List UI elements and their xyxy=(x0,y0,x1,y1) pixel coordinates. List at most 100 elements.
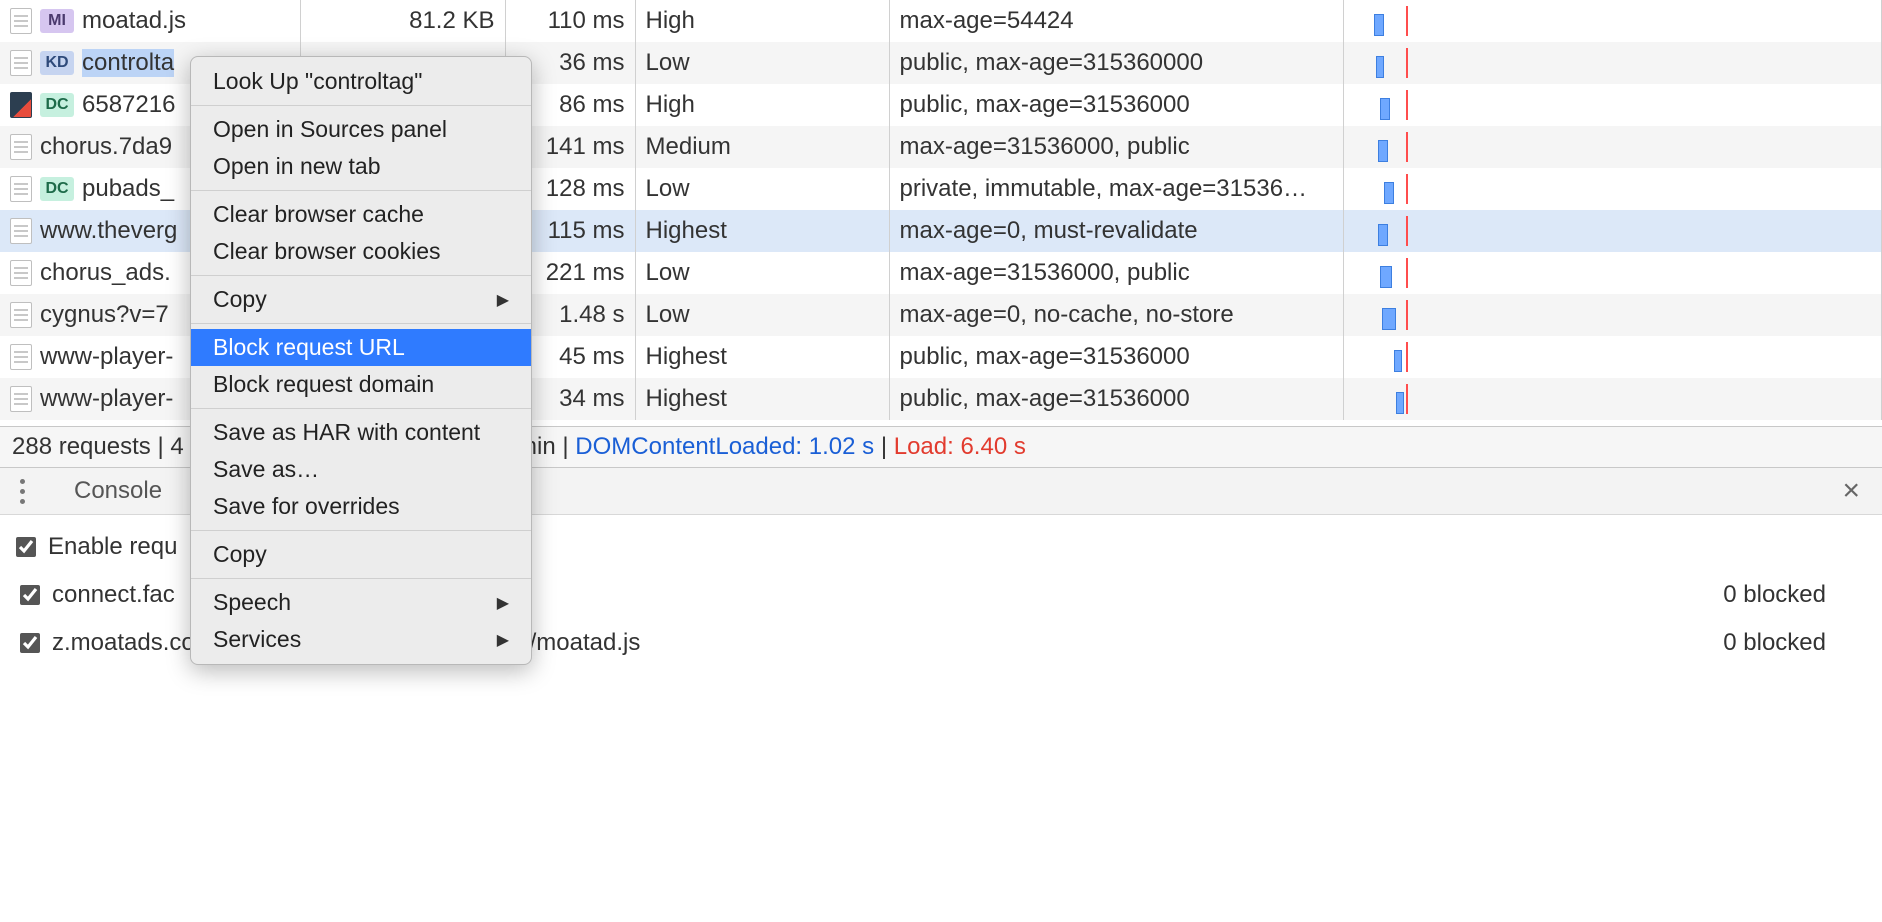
request-name: www-player- xyxy=(40,385,173,413)
rule-blocked-count: 0 blocked xyxy=(1723,581,1866,609)
cell-cache-control: public, max-age=31536000 xyxy=(889,336,1343,378)
request-name: 6587216 xyxy=(82,91,175,119)
initiator-badge: DC xyxy=(40,177,74,201)
document-file-icon xyxy=(10,260,32,286)
cell-cache-control: public, max-age=31536000 xyxy=(889,84,1343,126)
request-name: www.theverg xyxy=(40,217,177,245)
ctx-copy-submenu[interactable]: Copy▶ xyxy=(191,281,531,318)
waterfall-bar xyxy=(1384,182,1394,204)
document-file-icon xyxy=(10,218,32,244)
document-file-icon xyxy=(10,302,32,328)
rule-checkbox[interactable] xyxy=(20,633,40,653)
separator xyxy=(191,275,531,276)
ctx-save-as[interactable]: Save as… xyxy=(191,451,531,488)
cell-priority: Low xyxy=(635,252,889,294)
initiator-badge: MI xyxy=(40,9,74,33)
document-file-icon xyxy=(10,344,32,370)
tab-console[interactable]: Console xyxy=(56,477,180,505)
cell-priority: High xyxy=(635,0,889,42)
separator xyxy=(191,530,531,531)
ctx-speech-submenu[interactable]: Speech▶ xyxy=(191,584,531,621)
cell-time: 110 ms xyxy=(505,0,635,42)
ctx-lookup[interactable]: Look Up "controltag" xyxy=(191,63,531,100)
load-event-line xyxy=(1406,258,1408,288)
rule-pattern: connect.fac xyxy=(52,581,175,609)
request-name: chorus_ads. xyxy=(40,259,171,287)
request-name: cygnus?v=7 xyxy=(40,301,169,329)
load-event-line xyxy=(1406,6,1408,36)
kebab-menu-icon[interactable] xyxy=(12,476,32,506)
cell-waterfall xyxy=(1343,0,1882,42)
chevron-right-icon: ▶ xyxy=(497,630,509,650)
waterfall-bar xyxy=(1378,224,1388,246)
document-file-icon xyxy=(10,176,32,202)
cell-waterfall xyxy=(1343,252,1882,294)
waterfall-bar xyxy=(1374,14,1384,36)
summary-mid: 4 xyxy=(170,433,183,460)
waterfall-bar xyxy=(1378,140,1388,162)
enable-blocking-label: Enable requ xyxy=(48,533,177,561)
ctx-open-sources[interactable]: Open in Sources panel xyxy=(191,111,531,148)
table-row[interactable]: MImoatad.js81.2 KB110 msHighmax-age=5442… xyxy=(0,0,1882,42)
cell-waterfall xyxy=(1343,210,1882,252)
cell-cache-control: max-age=0, must-revalidate xyxy=(889,210,1343,252)
ctx-save-overrides[interactable]: Save for overrides xyxy=(191,488,531,525)
load-event-line xyxy=(1406,132,1408,162)
ctx-clear-cache[interactable]: Clear browser cache xyxy=(191,196,531,233)
summary-domcontentloaded: DOMContentLoaded: 1.02 s xyxy=(575,433,874,460)
load-event-line xyxy=(1406,384,1408,414)
load-event-line xyxy=(1406,342,1408,372)
enable-blocking-checkbox[interactable] xyxy=(16,537,36,557)
cell-priority: Highest xyxy=(635,378,889,420)
cell-waterfall xyxy=(1343,126,1882,168)
separator xyxy=(191,323,531,324)
cell-cache-control: public, max-age=315360000 xyxy=(889,42,1343,84)
cell-priority: High xyxy=(635,84,889,126)
cell-waterfall xyxy=(1343,294,1882,336)
summary-load: Load: 6.40 s xyxy=(894,433,1026,460)
rule-checkbox[interactable] xyxy=(20,585,40,605)
ctx-block-url[interactable]: Block request URL xyxy=(191,329,531,366)
waterfall-bar xyxy=(1394,350,1402,372)
chevron-right-icon: ▶ xyxy=(497,290,509,310)
rule-blocked-count: 0 blocked xyxy=(1723,629,1866,657)
cell-waterfall xyxy=(1343,168,1882,210)
cell-cache-control: public, max-age=31536000 xyxy=(889,378,1343,420)
ctx-open-tab[interactable]: Open in new tab xyxy=(191,148,531,185)
separator xyxy=(191,408,531,409)
separator xyxy=(191,578,531,579)
load-event-line xyxy=(1406,216,1408,246)
load-event-line xyxy=(1406,300,1408,330)
waterfall-bar xyxy=(1380,266,1392,288)
cell-priority: Low xyxy=(635,168,889,210)
document-file-icon xyxy=(10,8,32,34)
cell-cache-control: max-age=0, no-cache, no-store xyxy=(889,294,1343,336)
cell-cache-control: private, immutable, max-age=31536… xyxy=(889,168,1343,210)
request-name: chorus.7da9 xyxy=(40,133,172,161)
context-menu[interactable]: Look Up "controltag" Open in Sources pan… xyxy=(190,56,532,665)
ctx-clear-cookies[interactable]: Clear browser cookies xyxy=(191,233,531,270)
document-file-icon xyxy=(10,134,32,160)
cell-priority: Low xyxy=(635,294,889,336)
cell-waterfall xyxy=(1343,42,1882,84)
waterfall-bar xyxy=(1376,56,1384,78)
cell-priority: Medium xyxy=(635,126,889,168)
cell-cache-control: max-age=31536000, public xyxy=(889,126,1343,168)
ctx-copy[interactable]: Copy xyxy=(191,536,531,573)
cell-cache-control: max-age=54424 xyxy=(889,0,1343,42)
waterfall-bar xyxy=(1382,308,1396,330)
ctx-block-domain[interactable]: Block request domain xyxy=(191,366,531,403)
ctx-save-har[interactable]: Save as HAR with content xyxy=(191,414,531,451)
ctx-services-submenu[interactable]: Services▶ xyxy=(191,621,531,658)
load-event-line xyxy=(1406,90,1408,120)
image-file-icon xyxy=(10,92,32,118)
close-icon[interactable]: × xyxy=(1832,474,1870,508)
waterfall-bar xyxy=(1396,392,1404,414)
request-name: controlta xyxy=(82,49,174,77)
separator xyxy=(191,105,531,106)
cell-priority: Low xyxy=(635,42,889,84)
cell-priority: Highest xyxy=(635,210,889,252)
request-name: moatad.js xyxy=(82,7,186,35)
document-file-icon xyxy=(10,50,32,76)
waterfall-bar xyxy=(1380,98,1390,120)
